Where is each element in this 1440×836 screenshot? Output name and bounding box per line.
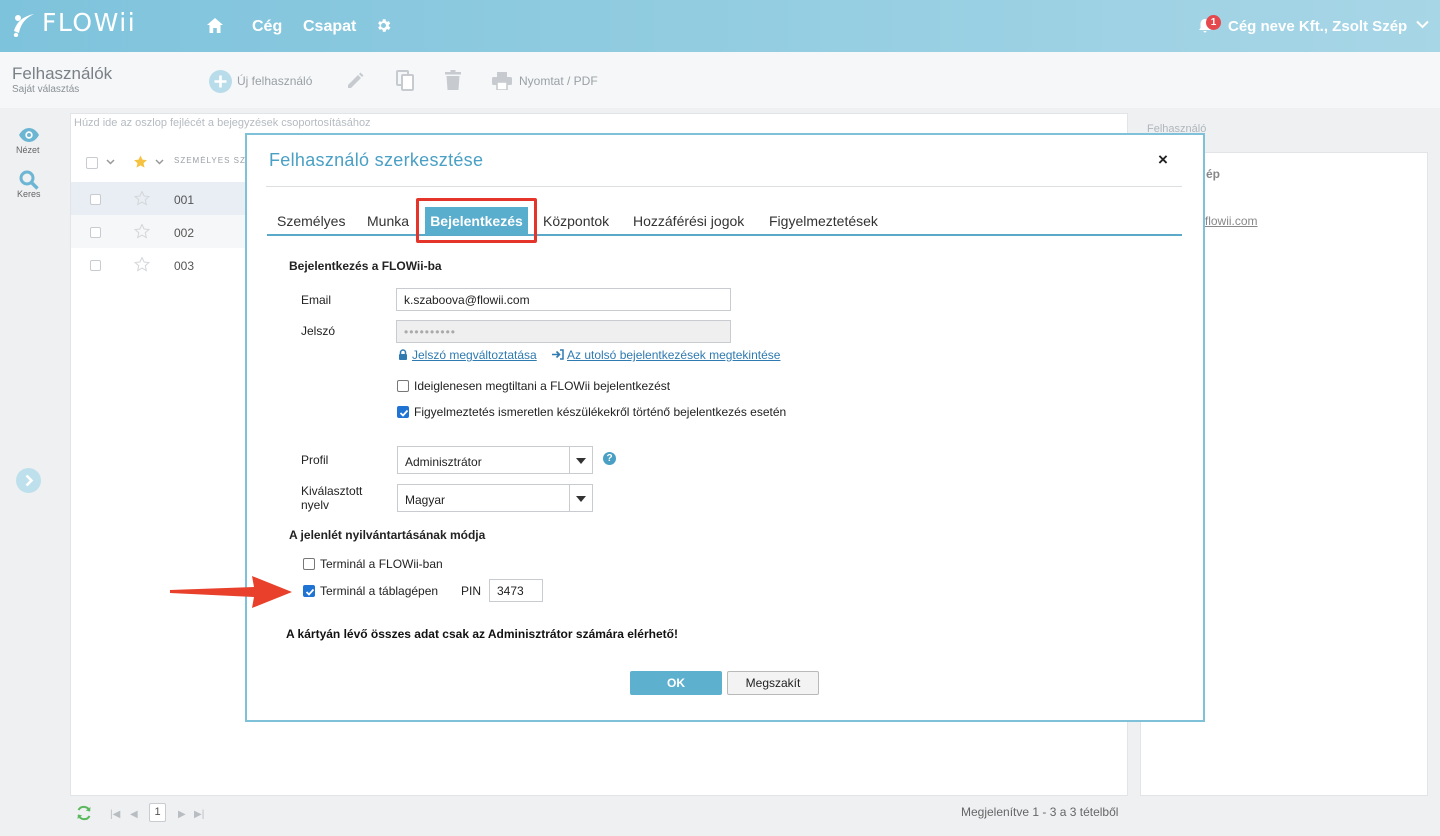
- chevron-down-icon[interactable]: [106, 159, 115, 165]
- row-id: 003: [174, 259, 195, 273]
- close-icon[interactable]: ×: [1158, 150, 1168, 170]
- terminal-tablet-checkbox[interactable]: [303, 585, 315, 597]
- edit-icon[interactable]: [346, 71, 365, 90]
- terminal-flowii-label[interactable]: Terminál a FLOWii-ban: [320, 557, 443, 571]
- eye-icon[interactable]: [18, 127, 40, 143]
- select-all-checkbox[interactable]: [86, 157, 98, 169]
- annotation-arrow-icon: [168, 572, 294, 612]
- expand-sidebar-button[interactable]: [16, 468, 41, 493]
- next-page-button[interactable]: ▶: [178, 809, 186, 820]
- flowii-logo-icon: [12, 9, 36, 37]
- last-logins-link[interactable]: Az utolsó bejelentkezések megtekintése: [567, 348, 780, 362]
- home-icon[interactable]: [206, 17, 224, 34]
- lock-icon[interactable]: [398, 349, 408, 360]
- help-icon[interactable]: ?: [603, 452, 616, 465]
- page-title: Felhasználók: [12, 64, 113, 83]
- admin-only-warning: A kártyán lévő összes adat csak az Admin…: [286, 627, 678, 641]
- search-icon[interactable]: [19, 170, 39, 190]
- row-id: 002: [174, 226, 195, 240]
- tabs-underline: [267, 234, 1182, 236]
- row-checkbox[interactable]: [90, 260, 101, 271]
- search-button[interactable]: Keres: [17, 189, 41, 199]
- divider: [266, 186, 1182, 187]
- refresh-icon[interactable]: [76, 805, 92, 821]
- email-field[interactable]: k.szaboova@flowii.com: [396, 288, 731, 311]
- dialog-title: Felhasználó szerkesztése: [269, 150, 484, 170]
- nav-team[interactable]: Csapat: [303, 18, 356, 36]
- change-password-link[interactable]: Jelszó megváltoztatása: [412, 348, 537, 362]
- nav-company[interactable]: Cég: [252, 18, 282, 36]
- language-select[interactable]: Magyar: [397, 484, 593, 512]
- disable-login-checkbox[interactable]: [397, 380, 409, 392]
- language-label-line1: Kiválasztott: [301, 484, 363, 498]
- pagination-info: Megjelenítve 1 - 3 a 3 tételből: [961, 805, 1119, 819]
- disable-login-label[interactable]: Ideiglenesen megtiltani a FLOWii bejelen…: [414, 379, 670, 393]
- page-subtitle[interactable]: Saját választás: [12, 84, 79, 95]
- terminal-tablet-label[interactable]: Terminál a táblagépen: [320, 584, 438, 598]
- email-label: Email: [301, 293, 332, 307]
- add-icon[interactable]: [209, 70, 232, 93]
- copy-icon[interactable]: [396, 70, 415, 91]
- pin-label: PIN: [461, 584, 482, 598]
- language-label-line2: nyelv: [301, 498, 330, 512]
- chevron-down-icon[interactable]: [155, 159, 164, 165]
- password-label: Jelszó: [301, 324, 336, 338]
- star-icon[interactable]: [134, 257, 150, 272]
- ok-button[interactable]: OK: [630, 671, 722, 695]
- detail-user-name: ép: [1206, 167, 1221, 181]
- dropdown-arrow-icon[interactable]: [569, 485, 592, 511]
- star-icon[interactable]: [134, 224, 150, 239]
- terminal-flowii-checkbox[interactable]: [303, 558, 315, 570]
- table-row[interactable]: 001: [71, 182, 247, 215]
- profile-select-value: Adminisztrátor: [405, 455, 482, 469]
- chevron-right-icon: [16, 468, 41, 493]
- tab-personal[interactable]: Személyes: [277, 213, 345, 229]
- tab-alerts[interactable]: Figyelmeztetések: [769, 213, 878, 229]
- profile-select[interactable]: Adminisztrátor: [397, 446, 593, 474]
- sign-in-icon[interactable]: [552, 349, 564, 360]
- tab-centers[interactable]: Központok: [543, 213, 609, 229]
- print-pdf-button[interactable]: Nyomtat / PDF: [519, 74, 598, 88]
- dropdown-arrow-icon[interactable]: [569, 447, 592, 473]
- first-page-button[interactable]: |◀: [110, 809, 120, 820]
- cancel-button[interactable]: Megszakít: [727, 671, 819, 695]
- unknown-device-warning-label[interactable]: Figyelmeztetés ismeretlen készülékekről …: [414, 405, 786, 419]
- view-button[interactable]: Nézet: [16, 145, 40, 155]
- row-checkbox[interactable]: [90, 194, 101, 205]
- new-user-button[interactable]: Új felhasználó: [237, 74, 312, 88]
- unknown-device-warning-checkbox[interactable]: [397, 406, 409, 418]
- star-icon[interactable]: [133, 155, 148, 169]
- gear-icon[interactable]: [375, 17, 392, 34]
- prev-page-button[interactable]: ◀: [130, 809, 138, 820]
- brand-name: FLOWii: [42, 8, 137, 37]
- star-icon[interactable]: [134, 191, 150, 206]
- logo[interactable]: FLOWii: [12, 8, 136, 37]
- group-by-hint[interactable]: Húzd ide az oszlop fejlécét a bejegyzése…: [74, 117, 371, 129]
- language-select-value: Magyar: [405, 493, 446, 507]
- pin-field[interactable]: 3473: [489, 579, 543, 602]
- table-row[interactable]: 002: [71, 215, 247, 248]
- profile-label: Profil: [301, 453, 329, 467]
- highlight-box: [416, 198, 537, 243]
- company-user-menu[interactable]: Cég neve Kft., Zsolt Szép: [1228, 18, 1407, 35]
- notification-badge[interactable]: 1: [1206, 15, 1221, 30]
- tab-work[interactable]: Munka: [367, 213, 409, 229]
- tab-access-rights[interactable]: Hozzáférési jogok: [633, 213, 744, 229]
- login-section-title: Bejelentkezés a FLOWii-ba: [289, 259, 442, 273]
- attendance-section-title: A jelenlét nyilvántartásának módja: [289, 528, 486, 542]
- delete-icon[interactable]: [445, 70, 461, 90]
- last-page-button[interactable]: ▶|: [194, 809, 204, 820]
- row-checkbox[interactable]: [90, 227, 101, 238]
- table-row[interactable]: 003: [71, 248, 247, 281]
- password-field[interactable]: ••••••••••: [396, 320, 731, 343]
- row-id: 001: [174, 193, 195, 207]
- current-page-input[interactable]: 1: [149, 803, 166, 822]
- print-icon[interactable]: [492, 72, 512, 90]
- chevron-down-icon[interactable]: [1416, 20, 1429, 29]
- column-header-personal-id[interactable]: SZEMÉLYES SZ: [174, 156, 246, 165]
